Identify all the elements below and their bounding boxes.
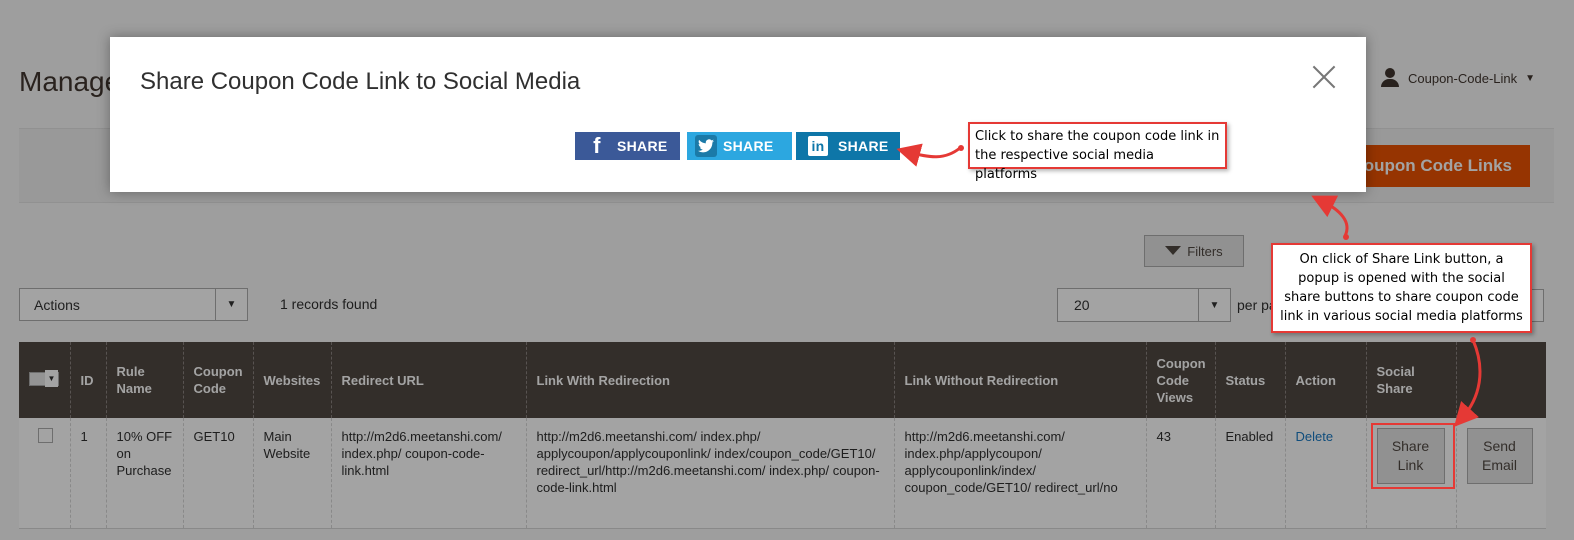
close-icon[interactable] xyxy=(1310,64,1338,92)
twitter-share-label: SHARE xyxy=(723,138,774,154)
share-link-highlight xyxy=(1371,423,1455,489)
modal-title: Share Coupon Code Link to Social Media xyxy=(140,68,581,95)
facebook-share-button[interactable]: f SHARE xyxy=(575,132,680,160)
facebook-share-label: SHARE xyxy=(617,138,668,154)
share-link-callout: On click of Share Link button, a popup i… xyxy=(1271,243,1532,333)
twitter-share-button[interactable]: SHARE xyxy=(687,132,792,160)
linkedin-icon: in xyxy=(804,132,832,160)
facebook-icon: f xyxy=(593,133,601,158)
linkedin-share-button[interactable]: in SHARE xyxy=(796,132,900,160)
twitter-icon xyxy=(695,135,717,157)
share-buttons-callout: Click to share the coupon code link in t… xyxy=(968,122,1227,182)
linkedin-share-label: SHARE xyxy=(838,138,889,154)
